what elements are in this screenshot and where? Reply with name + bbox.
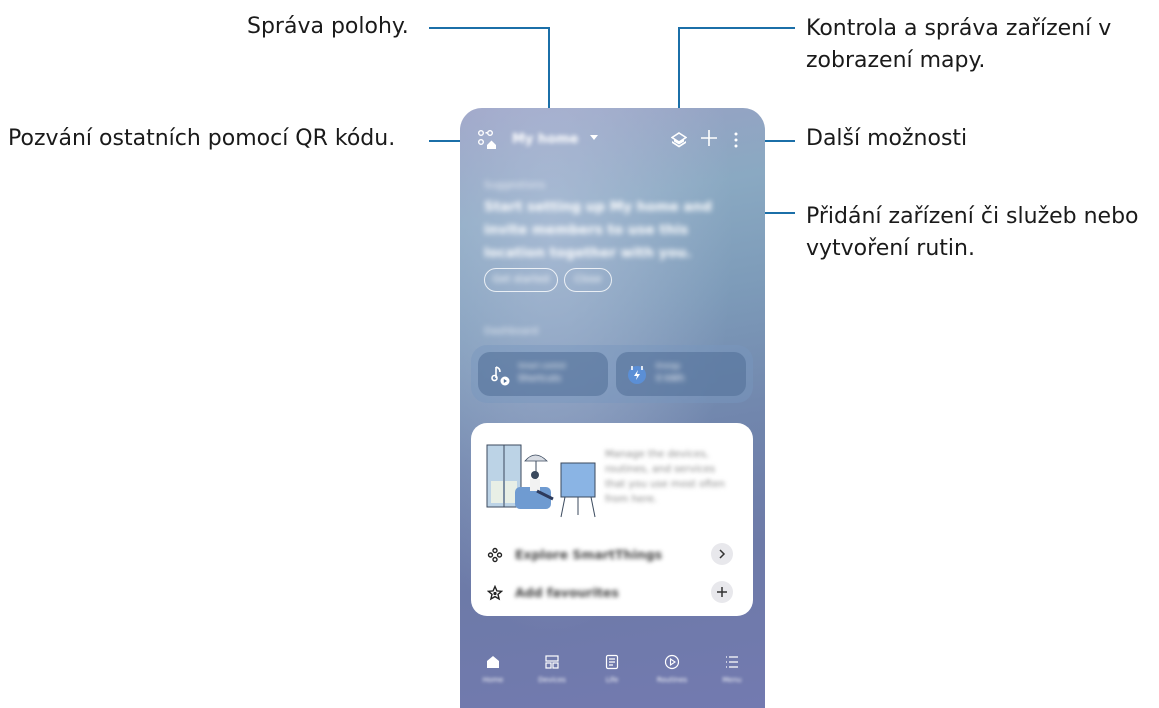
dashboard-tile-energy[interactable]: Energy 0 kWh	[616, 352, 746, 396]
energy-icon	[628, 366, 646, 384]
list-item-explore[interactable]: Explore SmartThings	[471, 537, 753, 573]
card-description: Manage the devices, routines, and servic…	[605, 449, 725, 505]
chevron-down-icon[interactable]	[590, 135, 598, 140]
close-suggestion-button[interactable]: Close	[564, 268, 612, 292]
add-favourites-button[interactable]	[711, 581, 733, 603]
nav-home[interactable]: Home	[473, 650, 513, 690]
bottom-navigation: Home Devices Life Routines Menu	[460, 650, 765, 700]
suggestions-heading: Suggestions	[484, 180, 546, 191]
music-play-icon	[491, 366, 510, 386]
map-view-icon[interactable]	[671, 132, 687, 148]
smartthings-icon	[487, 547, 503, 563]
nav-label: Menu	[722, 676, 742, 684]
nav-menu[interactable]: Menu	[712, 650, 752, 690]
dashboard-heading: Dashboard	[484, 326, 539, 337]
suggestion-text: Start setting up My home and invite memb…	[484, 199, 712, 261]
home-icon	[487, 656, 499, 668]
location-selector[interactable]: My home	[512, 132, 579, 147]
tile-title: Smart control	[518, 362, 566, 370]
dashboard-panel: Smart control Shortcuts Energy 0 kWh	[471, 345, 753, 403]
get-started-button[interactable]: Get started	[484, 268, 558, 292]
nav-label: Home	[482, 676, 504, 684]
chevron-right-icon	[719, 549, 726, 559]
star-icon	[487, 585, 503, 601]
nav-label: Devices	[538, 676, 566, 684]
nav-routines[interactable]: Routines	[652, 650, 692, 690]
tile-title: Energy	[656, 362, 681, 370]
nav-life[interactable]: Life	[592, 650, 632, 690]
explore-label: Explore SmartThings	[515, 547, 663, 562]
life-icon	[605, 654, 619, 670]
explore-button[interactable]	[711, 543, 733, 565]
app-header: My home	[460, 108, 765, 168]
illustration-living-room	[486, 444, 596, 518]
dashboard-tile-smart-control[interactable]: Smart control Shortcuts	[478, 352, 608, 396]
devices-icon	[545, 655, 559, 669]
nav-label: Life	[605, 676, 619, 684]
tile-subtitle: Shortcuts	[518, 374, 562, 384]
phone-screen: My home Suggestions Start setting up My …	[460, 108, 765, 708]
qr-invite-icon[interactable]	[477, 129, 497, 149]
nav-label: Routines	[656, 676, 688, 684]
nav-devices[interactable]: Devices	[532, 650, 572, 690]
routines-icon	[664, 654, 680, 670]
plus-icon	[717, 587, 727, 597]
menu-icon	[726, 656, 738, 668]
plus-icon[interactable]	[700, 129, 718, 147]
favourites-label: Add favourites	[515, 585, 619, 600]
tile-subtitle: 0 kWh	[656, 374, 685, 384]
list-item-favourites[interactable]: Add favourites	[471, 575, 753, 611]
more-options-icon[interactable]	[734, 132, 738, 148]
favourites-card: Manage the devices, routines, and servic…	[471, 423, 753, 616]
